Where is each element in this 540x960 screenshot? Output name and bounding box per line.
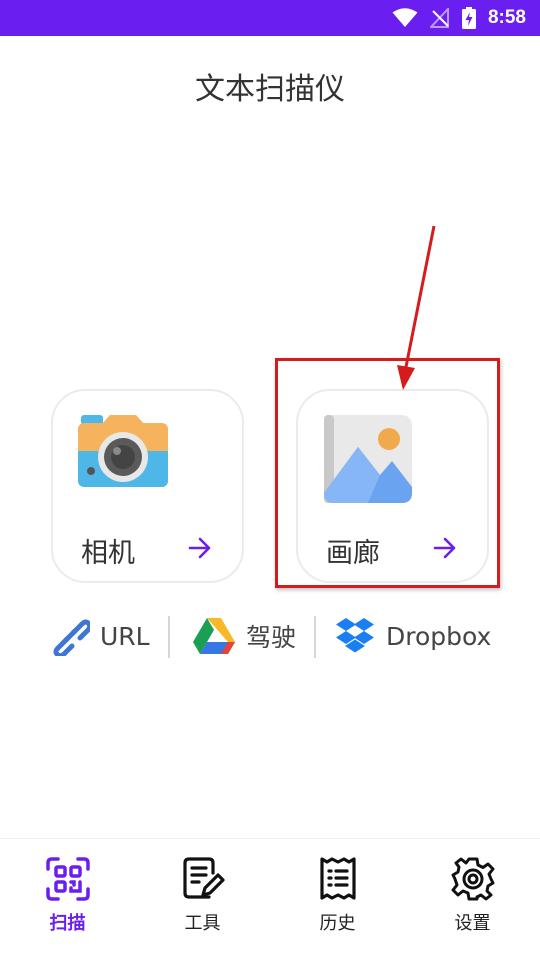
status-bar: 8:58 [0, 0, 540, 36]
nav-item-tools[interactable]: 工具 [135, 839, 270, 960]
google-drive-source-button[interactable]: 驾驶 [192, 612, 296, 660]
sources-row: URL 驾驶 Dropbox [0, 612, 540, 660]
url-source-button[interactable]: URL [50, 612, 150, 660]
no-signal-icon [429, 8, 449, 28]
google-drive-icon [193, 618, 235, 654]
nav-label-scan: 扫描 [49, 913, 86, 934]
divider [314, 616, 316, 658]
drive-label: 驾驶 [246, 623, 297, 652]
tools-edit-icon [182, 857, 225, 899]
annotation-highlight-box [275, 358, 500, 588]
wifi-icon [392, 8, 418, 27]
gear-icon [451, 857, 494, 901]
dropbox-source-button[interactable]: Dropbox [334, 612, 491, 660]
nav-item-scan[interactable]: 扫描 [0, 839, 135, 960]
status-time: 8:58 [487, 7, 526, 28]
nav-label-history: 历史 [319, 913, 356, 934]
nav-item-history[interactable]: 历史 [270, 839, 405, 960]
dropbox-label: Dropbox [386, 621, 492, 651]
battery-charging-icon [461, 7, 476, 29]
link-icon [53, 619, 90, 656]
camera-label: 相机 [81, 538, 135, 569]
nav-item-settings[interactable]: 设置 [405, 839, 540, 960]
nav-label-tools: 工具 [184, 913, 221, 934]
url-label: URL [100, 621, 150, 651]
nav-label-settings: 设置 [454, 913, 491, 934]
history-list-icon [319, 857, 356, 900]
page-title: 文本扫描仪 [195, 72, 345, 107]
dropbox-icon [336, 618, 374, 653]
divider [168, 616, 170, 658]
qr-scan-icon [45, 857, 90, 901]
camera-card[interactable]: 相机 [51, 389, 244, 583]
arrow-right-icon [188, 537, 211, 559]
bottom-navigation: 扫描 工具 历史 设置 [0, 838, 540, 960]
camera-icon [78, 415, 168, 487]
